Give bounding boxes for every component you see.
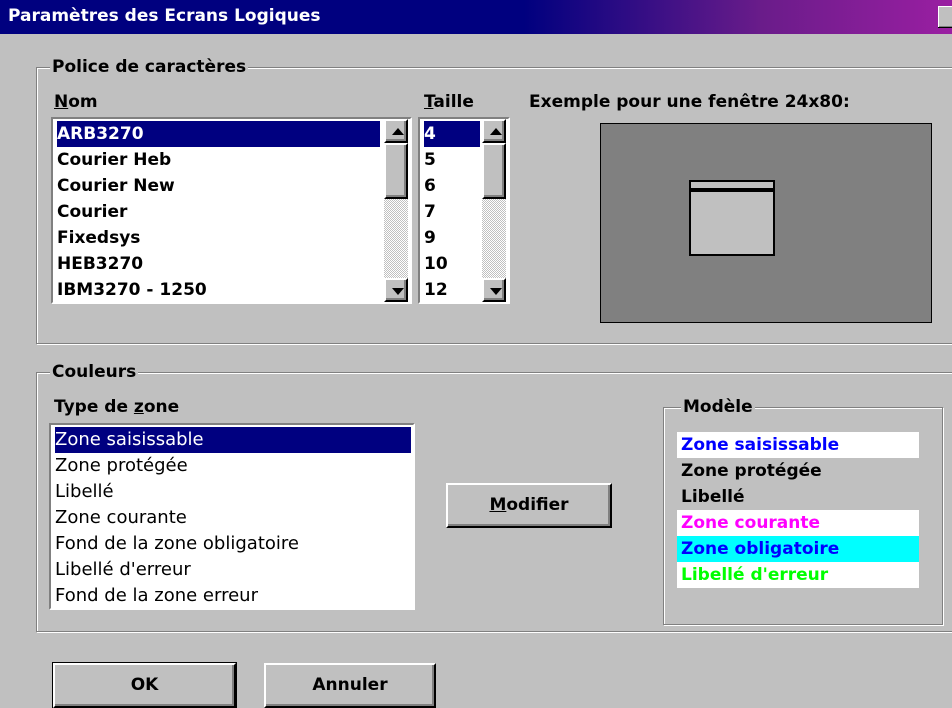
modify-button[interactable]: Modifier bbox=[446, 483, 612, 528]
zone-type-label: Type de zone bbox=[54, 397, 180, 417]
model-row: Zone courante bbox=[677, 510, 919, 536]
zone-type-item[interactable]: Libellé d'erreur bbox=[55, 557, 411, 583]
font-size-item[interactable]: 4 bbox=[424, 121, 480, 147]
model-row: Zone protégée bbox=[677, 458, 919, 484]
font-size-list[interactable]: 4 5 6 7 9 10 12 bbox=[418, 117, 510, 304]
scroll-up-button[interactable] bbox=[482, 119, 506, 143]
font-group-legend: Police de caractères bbox=[50, 57, 249, 77]
font-size-item[interactable]: 7 bbox=[424, 199, 480, 225]
zone-type-item[interactable]: Fond de la zone obligatoire bbox=[55, 531, 411, 557]
zone-type-item[interactable]: Libellé bbox=[55, 479, 411, 505]
zone-type-list[interactable]: Zone saisissable Zone protégée Libellé Zone… bbox=[49, 423, 415, 610]
font-size-item[interactable]: 6 bbox=[424, 173, 480, 199]
arrow-down-icon bbox=[392, 288, 404, 295]
title-bar[interactable]: Paramètres des Ecrans Logiques bbox=[0, 0, 952, 34]
font-name-item[interactable]: HEB3270 bbox=[57, 251, 380, 277]
model-group-legend: Modèle bbox=[681, 397, 755, 417]
scroll-thumb[interactable] bbox=[384, 143, 408, 199]
model-row: Libellé d'erreur bbox=[677, 562, 919, 588]
font-size-item[interactable]: 12 bbox=[424, 277, 480, 303]
model-row: Zone saisissable bbox=[677, 432, 919, 458]
font-size-item[interactable]: 5 bbox=[424, 147, 480, 173]
font-name-item[interactable]: Fixedsys bbox=[57, 225, 380, 251]
zone-type-item[interactable]: Zone protégée bbox=[55, 453, 411, 479]
font-name-item[interactable]: IBM3270 - 1250 bbox=[57, 277, 380, 303]
color-group-legend: Couleurs bbox=[50, 362, 139, 382]
model-row: Zone obligatoire bbox=[677, 536, 919, 562]
preview-label: Exemple pour une fenêtre 24x80: bbox=[529, 92, 850, 112]
font-name-label: Nom bbox=[54, 92, 98, 112]
scroll-down-button[interactable] bbox=[482, 278, 506, 302]
zone-type-item[interactable]: Fond de la zone erreur bbox=[55, 583, 411, 609]
window-title: Paramètres des Ecrans Logiques bbox=[8, 6, 321, 26]
font-name-scrollbar[interactable] bbox=[384, 119, 408, 302]
font-size-label: Taille bbox=[424, 92, 474, 112]
model-row: Libellé bbox=[677, 484, 919, 510]
font-size-item[interactable]: 9 bbox=[424, 225, 480, 251]
font-size-item[interactable]: 10 bbox=[424, 251, 480, 277]
model-sample: Zone saisissable Zone protégée Libellé Zone… bbox=[677, 432, 919, 592]
zone-type-item[interactable]: Zone courante bbox=[55, 505, 411, 531]
cancel-button[interactable]: Annuler bbox=[264, 663, 436, 708]
font-name-item[interactable]: ARB3270 bbox=[57, 121, 380, 147]
arrow-up-icon bbox=[490, 128, 502, 135]
font-name-item[interactable]: Courier bbox=[57, 199, 380, 225]
scroll-down-button[interactable] bbox=[384, 278, 408, 302]
font-size-scrollbar[interactable] bbox=[482, 119, 506, 302]
font-name-item[interactable]: Courier New bbox=[57, 173, 380, 199]
scroll-up-button[interactable] bbox=[384, 119, 408, 143]
scroll-thumb[interactable] bbox=[482, 143, 506, 199]
ok-button[interactable]: OK bbox=[52, 662, 237, 708]
font-name-list[interactable]: ARB3270 Courier Heb Courier New Courier Fixe… bbox=[51, 117, 412, 304]
preview-box bbox=[600, 123, 932, 323]
font-name-item[interactable]: Courier Heb bbox=[57, 147, 380, 173]
arrow-down-icon bbox=[490, 288, 502, 295]
close-button[interactable] bbox=[938, 6, 952, 28]
preview-window-icon bbox=[689, 180, 775, 256]
arrow-up-icon bbox=[392, 128, 404, 135]
zone-type-item[interactable]: Zone saisissable bbox=[55, 427, 411, 453]
